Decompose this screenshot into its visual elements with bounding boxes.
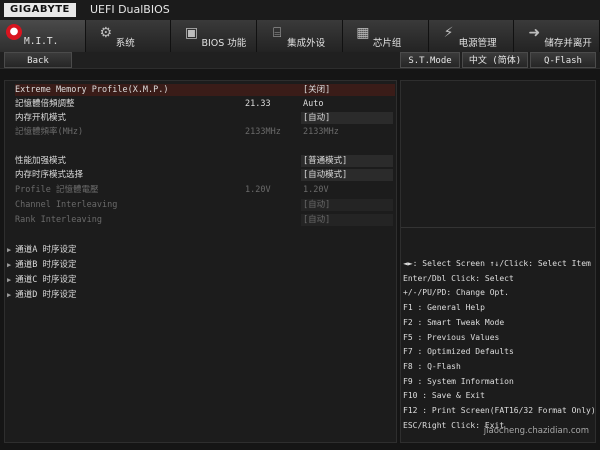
submenu-channel-d[interactable]: ▶ 通道D 时序设定: [7, 289, 76, 301]
help-panel: ◄►: Select Screen ↑↓/Click: Select Item …: [400, 80, 596, 443]
peripherals-icon: ⌸: [272, 25, 282, 41]
submenu-channel-a[interactable]: ▶ 通道A 时序设定: [7, 244, 76, 256]
key-help-list: ◄►: Select Screen ↑↓/Click: Select Item …: [403, 257, 596, 433]
tab-save-exit[interactable]: ➜ 储存并离开: [514, 20, 600, 52]
setting-label: 記憶體倍頻調整: [15, 99, 75, 109]
tab-power-management[interactable]: ⚡ 电源管理: [428, 20, 515, 52]
tab-label: 系统: [115, 38, 135, 49]
setting-row-performance-enhance[interactable]: 性能加强模式 [普通模式]: [15, 155, 395, 167]
submenu-label: 通道D 时序设定: [15, 290, 77, 300]
st-mode-button[interactable]: S.T.Mode: [400, 52, 460, 68]
tab-mit[interactable]: ● M.I.T.: [0, 20, 86, 52]
setting-label: Channel Interleaving: [15, 200, 118, 210]
setting-row-xmp[interactable]: Extreme Memory Profile(X.M.P.) [关闭]: [15, 84, 395, 96]
settings-panel: Extreme Memory Profile(X.M.P.) [关闭] 記憶體倍…: [4, 80, 397, 443]
setting-row-profile-voltage: Profile 記憶體電壓 1.20V 1.20V: [15, 184, 395, 196]
tab-label: 芯片组: [372, 38, 402, 49]
qflash-button[interactable]: Q-Flash: [530, 52, 596, 68]
setting-label: 性能加强模式: [15, 156, 67, 166]
setting-label: 内存开机模式: [15, 113, 67, 123]
power-icon: ⚡: [443, 25, 454, 41]
submenu-label: 通道B 时序设定: [15, 260, 77, 270]
triangle-right-icon: ▶: [7, 291, 12, 299]
gigabyte-logo: GIGABYTE: [4, 3, 76, 17]
help-divider: [401, 227, 595, 228]
tab-peripherals[interactable]: ⌸ 集成外设: [257, 20, 343, 52]
setting-value[interactable]: [关闭]: [301, 84, 393, 96]
setting-value: Auto: [303, 99, 324, 109]
submenu-label: 通道A 时序设定: [15, 245, 77, 255]
language-button[interactable]: 中文 (简体): [462, 52, 528, 68]
triangle-right-icon: ▶: [7, 276, 12, 284]
tab-label: 储存并离开: [544, 38, 592, 49]
watermark: jiaocheng.chazidian.com: [483, 426, 589, 436]
tab-label: M.I.T.: [24, 36, 59, 47]
help-line: F5 : Previous Values: [403, 332, 500, 342]
setting-value: [自动]: [301, 199, 393, 211]
speedometer-icon: ●: [6, 24, 22, 40]
setting-label: Profile 記憶體電壓: [15, 185, 99, 195]
setting-value[interactable]: [普通模式]: [301, 155, 393, 167]
app-title: UEFI DualBIOS: [90, 3, 170, 16]
help-line: +/-/PU/PD: Change Opt.: [403, 288, 509, 298]
setting-row-rank-interleaving: Rank Interleaving [自动]: [15, 214, 395, 226]
help-line: F1 : General Help: [403, 303, 485, 313]
submenu-channel-c[interactable]: ▶ 通道C 时序设定: [7, 274, 76, 286]
tab-bios-features[interactable]: ▣ BIOS 功能: [171, 20, 258, 52]
setting-value: 2133MHz: [303, 127, 339, 137]
setting-value: 1.20V: [303, 185, 329, 195]
submenu-channel-b[interactable]: ▶ 通道B 时序设定: [7, 259, 76, 271]
submenu-label: 通道C 时序设定: [15, 275, 77, 285]
setting-row-memory-frequency: 記憶體頻率(MHz) 2133MHz 2133MHz: [15, 126, 395, 138]
setting-row-memory-multiplier: 記憶體倍頻調整 21.33 Auto: [15, 98, 395, 110]
save-exit-icon: ➜: [528, 25, 541, 41]
tab-label: BIOS 功能: [201, 38, 247, 49]
setting-current: 2133MHz: [245, 127, 281, 137]
triangle-right-icon: ▶: [7, 261, 12, 269]
help-line: F10 : Save & Exit: [403, 391, 485, 401]
setting-current: 1.20V: [245, 185, 271, 195]
bios-chip-icon: ▣: [184, 25, 199, 41]
help-line: F9 : System Information: [403, 376, 514, 386]
help-line: F12 : Print Screen(FAT16/32 Format Only): [403, 406, 596, 416]
triangle-right-icon: ▶: [7, 246, 12, 254]
tab-label: 电源管理: [458, 38, 497, 49]
setting-row-channel-interleaving: Channel Interleaving [自动]: [15, 199, 395, 211]
help-line: Enter/Dbl Click: Select: [403, 273, 514, 283]
tab-system[interactable]: ⚙ 系统: [85, 20, 172, 52]
help-line: F2 : Smart Tweak Mode: [403, 317, 505, 327]
setting-label: 内存时序模式选择: [15, 170, 84, 180]
help-line: ◄►: Select Screen ↑↓/Click: Select Item: [403, 259, 591, 268]
help-line: F8 : Q-Flash: [403, 361, 461, 371]
chipset-icon: ▦: [356, 25, 370, 41]
gear-icon: ⚙: [99, 25, 112, 41]
setting-row-timing-mode[interactable]: 内存时序模式选择 [自动模式]: [15, 169, 395, 181]
setting-value: [自动]: [301, 214, 393, 226]
help-line: F7 : Optimized Defaults: [403, 347, 514, 357]
setting-value[interactable]: [自动模式]: [301, 169, 393, 181]
setting-value[interactable]: [自动]: [301, 112, 393, 124]
setting-label: Rank Interleaving: [15, 215, 102, 225]
setting-label: 記憶體頻率(MHz): [15, 127, 84, 137]
tab-chipset[interactable]: ▦ 芯片组: [342, 20, 429, 52]
tab-label: 集成外设: [287, 38, 326, 49]
sub-toolbar: Back S.T.Mode 中文 (简体) Q-Flash: [0, 52, 600, 69]
setting-label: Extreme Memory Profile(X.M.P.): [15, 85, 169, 95]
main-tabs: ● M.I.T. ⚙ 系统 ▣ BIOS 功能 ⌸ 集成外设 ▦ 芯片组 ⚡ 电…: [0, 20, 600, 52]
back-button[interactable]: Back: [4, 52, 72, 68]
setting-current: 21.33: [245, 99, 271, 109]
setting-row-memory-boot-mode[interactable]: 内存开机模式 [自动]: [15, 112, 395, 124]
title-bar: GIGABYTE UEFI DualBIOS: [0, 0, 600, 21]
